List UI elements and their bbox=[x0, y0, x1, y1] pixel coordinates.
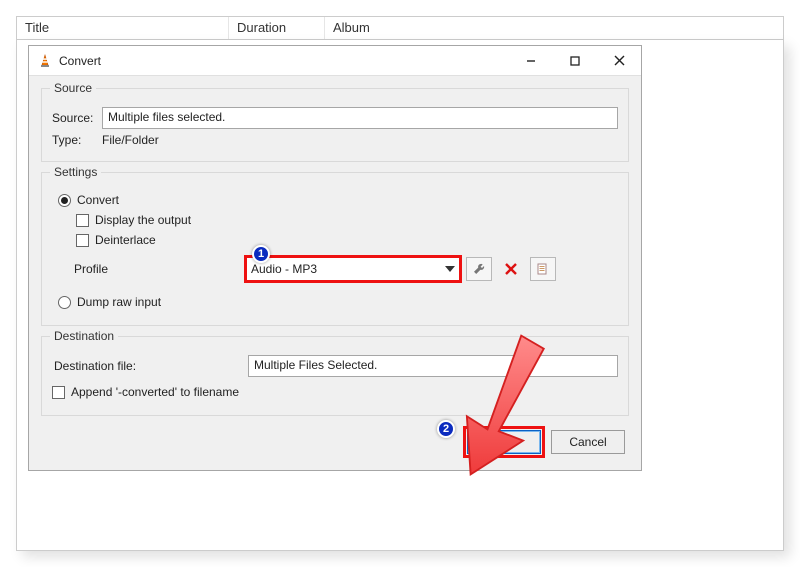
destination-file-input[interactable]: Multiple Files Selected. bbox=[248, 355, 618, 377]
delete-profile-button[interactable] bbox=[498, 257, 524, 281]
profile-dropdown[interactable]: Audio - MP3 bbox=[246, 257, 460, 281]
source-label: Source: bbox=[52, 111, 102, 125]
annotation-badge-2: 2 bbox=[437, 420, 455, 438]
minimize-button[interactable] bbox=[509, 46, 553, 76]
cancel-button[interactable]: Cancel bbox=[551, 430, 625, 454]
deinterlace-label: Deinterlace bbox=[95, 233, 156, 247]
profile-row: Profile Audio - MP3 1 bbox=[70, 257, 618, 281]
edit-profile-button[interactable] bbox=[466, 257, 492, 281]
display-output-label: Display the output bbox=[95, 213, 191, 227]
append-converted-label: Append '-converted' to filename bbox=[71, 385, 239, 399]
chevron-down-icon bbox=[445, 266, 455, 272]
dump-raw-radio[interactable]: Dump raw input bbox=[58, 295, 618, 309]
column-duration[interactable]: Duration bbox=[229, 17, 325, 39]
append-converted-checkbox[interactable]: Append '-converted' to filename bbox=[52, 385, 618, 399]
radio-icon bbox=[58, 194, 71, 207]
profile-value: Audio - MP3 bbox=[251, 262, 317, 276]
radio-icon bbox=[58, 296, 71, 309]
deinterlace-checkbox[interactable]: Deinterlace bbox=[76, 233, 618, 247]
vlc-icon bbox=[37, 53, 53, 69]
checkbox-icon bbox=[52, 386, 65, 399]
profile-label: Profile bbox=[70, 262, 240, 276]
wrench-icon bbox=[472, 262, 486, 276]
dialog-footer: 2 Start Cancel bbox=[39, 426, 631, 460]
type-label: Type: bbox=[52, 133, 102, 147]
source-group: Source Source: Multiple files selected. … bbox=[41, 88, 629, 162]
display-output-checkbox[interactable]: Display the output bbox=[76, 213, 618, 227]
destination-legend: Destination bbox=[50, 329, 118, 343]
convert-radio[interactable]: Convert bbox=[58, 193, 618, 207]
annotation-badge-1: 1 bbox=[252, 245, 270, 263]
settings-legend: Settings bbox=[50, 165, 101, 179]
new-doc-icon bbox=[536, 262, 550, 276]
settings-group: Settings Convert Display the output Dein… bbox=[41, 172, 629, 326]
maximize-button[interactable] bbox=[553, 46, 597, 76]
source-legend: Source bbox=[50, 81, 96, 95]
type-value: File/Folder bbox=[102, 133, 159, 147]
column-title[interactable]: Title bbox=[17, 17, 229, 39]
column-album[interactable]: Album bbox=[325, 17, 783, 39]
destination-group: Destination Destination file: Multiple F… bbox=[41, 336, 629, 416]
delete-x-icon bbox=[504, 262, 518, 276]
convert-dialog: Convert Source Source: Multiple files se… bbox=[28, 45, 642, 471]
dump-raw-label: Dump raw input bbox=[77, 295, 161, 309]
checkbox-icon bbox=[76, 214, 89, 227]
new-profile-button[interactable] bbox=[530, 257, 556, 281]
destination-file-label: Destination file: bbox=[52, 359, 248, 373]
convert-radio-label: Convert bbox=[77, 193, 119, 207]
checkbox-icon bbox=[76, 234, 89, 247]
background-table-header: Title Duration Album bbox=[16, 16, 784, 40]
source-input[interactable]: Multiple files selected. bbox=[102, 107, 618, 129]
start-button[interactable]: Start bbox=[467, 430, 541, 454]
dialog-title: Convert bbox=[59, 54, 509, 68]
close-button[interactable] bbox=[597, 46, 641, 76]
titlebar: Convert bbox=[29, 46, 641, 76]
